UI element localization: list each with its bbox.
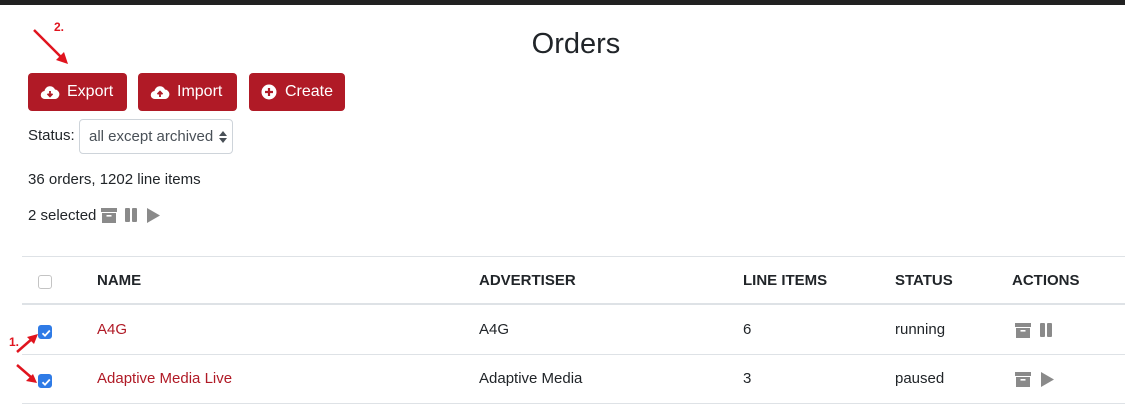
play-icon[interactable] [1038, 370, 1056, 388]
column-header-advertiser: ADVERTISER [479, 272, 576, 289]
select-caret-icon [219, 130, 227, 144]
annotation-arrow-icon [16, 334, 38, 353]
order-name-link[interactable]: A4G [97, 321, 127, 338]
cloud-download-icon [40, 82, 60, 102]
advertiser-cell: Adaptive Media [479, 370, 583, 387]
row-checkbox[interactable] [38, 325, 52, 339]
annotation-arrow-icon [16, 364, 37, 383]
row-divider [22, 403, 1125, 404]
archive-icon[interactable] [1014, 321, 1032, 339]
column-header-actions: ACTIONS [1012, 272, 1080, 289]
selected-count: 2 selected [28, 206, 97, 224]
column-header-line-items: LINE ITEMS [743, 272, 828, 289]
line-items-cell: 3 [743, 370, 752, 387]
select-all-checkbox[interactable] [38, 275, 52, 289]
archive-icon[interactable] [100, 206, 118, 224]
row-divider [22, 354, 1125, 355]
line-items-cell: 6 [743, 321, 752, 338]
status-select-value: all except archived [89, 128, 214, 145]
import-label: Import [177, 83, 223, 100]
create-button[interactable]: Create [249, 73, 345, 111]
table-header-border [22, 303, 1125, 305]
page-title: Orders [531, 28, 621, 60]
annotation-arrow-icon [33, 29, 68, 64]
create-label: Create [284, 83, 333, 100]
pause-icon[interactable] [122, 206, 140, 224]
top-bar [0, 0, 1125, 5]
advertiser-cell: A4G [479, 321, 510, 338]
row-checkbox[interactable] [38, 374, 52, 388]
status-select[interactable]: all except archived [79, 119, 233, 154]
column-header-status: STATUS [895, 272, 953, 289]
cloud-upload-icon [150, 82, 170, 102]
status-cell: running [895, 321, 946, 338]
orders-summary: 36 orders, 1202 line items [28, 171, 201, 188]
status-label: Status: [28, 127, 75, 144]
status-cell: paused [895, 370, 945, 387]
export-button[interactable]: Export [28, 73, 127, 111]
export-label: Export [67, 83, 114, 100]
table-top-border [22, 256, 1125, 257]
column-header-name: NAME [97, 272, 142, 289]
import-button[interactable]: Import [138, 73, 237, 111]
pause-icon[interactable] [1037, 321, 1055, 339]
order-name-link[interactable]: Adaptive Media Live [97, 370, 232, 387]
archive-icon[interactable] [1014, 370, 1032, 388]
play-icon[interactable] [144, 206, 162, 224]
plus-circle-icon [261, 82, 278, 102]
selection-bar: 2 selected [28, 206, 162, 224]
